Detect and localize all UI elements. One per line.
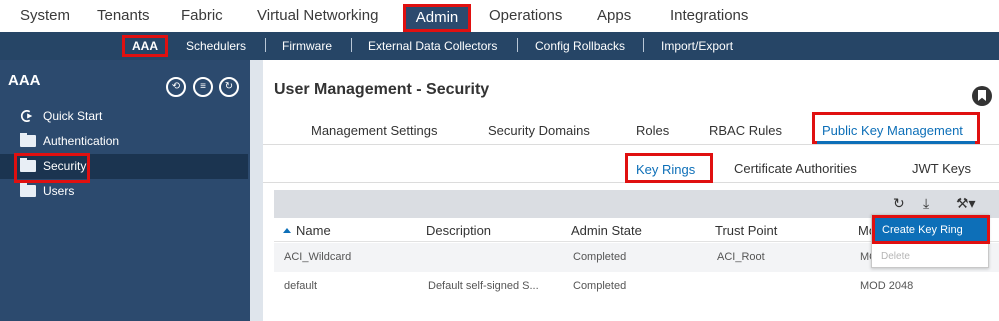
tab-system[interactable]: System: [20, 7, 70, 24]
create-key-ring-menu-item[interactable]: Create Key Ring: [872, 215, 990, 244]
cell-name: default: [284, 280, 318, 292]
column-name[interactable]: Name: [296, 223, 331, 238]
sidebar-item-label: Authentication: [43, 134, 120, 148]
active-tab-underline: [817, 141, 975, 144]
tab-management-settings[interactable]: Management Settings: [311, 123, 437, 138]
column-admin-state[interactable]: Admin State: [571, 223, 642, 238]
download-icon[interactable]: ⤓: [923, 195, 929, 212]
table-row[interactable]: default Default self-signed S... Complet…: [274, 272, 999, 301]
sidebar: AAA ⟲ ≡ ↻ Quick Start Authentication Sec…: [0, 60, 250, 321]
sub-nav: AAA Schedulers Firmware External Data Co…: [0, 32, 999, 60]
subnav-schedulers[interactable]: Schedulers: [186, 39, 246, 53]
tab-integrations[interactable]: Integrations: [670, 7, 748, 24]
cell-admin-state: Completed: [573, 280, 627, 292]
pane-divider[interactable]: [250, 60, 263, 321]
sub-tabs: Key Rings Certificate Authorities JWT Ke…: [263, 153, 999, 183]
folder-icon: [20, 183, 36, 197]
cell-trust-point: ACI_Root: [717, 251, 765, 263]
subnav-separator: [265, 38, 266, 52]
main-tabs: Management Settings Security Domains Rol…: [263, 112, 999, 145]
actions-menu: Create Key Ring Delete: [871, 214, 990, 268]
tab-jwt-keys[interactable]: JWT Keys: [912, 161, 971, 176]
sidebar-item-quick-start[interactable]: Quick Start: [0, 104, 248, 129]
refresh-icon[interactable]: ↻: [893, 195, 905, 212]
sidebar-title: AAA: [8, 72, 41, 89]
refresh-icon[interactable]: ↻: [219, 77, 239, 97]
delete-menu-item[interactable]: Delete: [881, 251, 910, 262]
tab-rbac-rules[interactable]: RBAC Rules: [709, 123, 782, 138]
tab-apps[interactable]: Apps: [597, 7, 631, 24]
subnav-aaa[interactable]: AAA: [122, 35, 168, 57]
folder-icon: [20, 133, 36, 147]
cell-name: ACI_Wildcard: [284, 251, 352, 263]
quick-start-icon[interactable]: ⟲: [166, 77, 186, 97]
tools-icon[interactable]: ⚒▾: [956, 195, 976, 212]
subnav-config-rollbacks[interactable]: Config Rollbacks: [535, 39, 625, 53]
subnav-separator: [643, 38, 644, 52]
bookmark-icon[interactable]: [972, 86, 992, 106]
tab-operations[interactable]: Operations: [489, 7, 562, 24]
tab-admin[interactable]: Admin: [403, 4, 471, 32]
main-panel: User Management - Security Management Se…: [263, 60, 999, 321]
subnav-external-data-collectors[interactable]: External Data Collectors: [368, 39, 497, 53]
sidebar-item-label: Users: [43, 184, 75, 198]
sidebar-item-label: Quick Start: [43, 109, 103, 123]
tab-label: Public Key Management: [822, 123, 963, 138]
tab-key-rings[interactable]: Key Rings: [625, 153, 713, 183]
tab-tenants[interactable]: Tenants: [97, 7, 150, 24]
cell-admin-state: Completed: [573, 251, 627, 263]
page-title: User Management - Security: [274, 81, 490, 98]
tab-fabric[interactable]: Fabric: [181, 7, 223, 24]
top-nav: System Tenants Fabric Virtual Networking…: [0, 0, 999, 32]
subnav-import-export[interactable]: Import/Export: [661, 39, 733, 53]
column-trust-point[interactable]: Trust Point: [715, 223, 777, 238]
subnav-separator: [351, 38, 352, 52]
subnav-firmware[interactable]: Firmware: [282, 39, 332, 53]
quick-start-icon: [20, 110, 33, 122]
tab-roles[interactable]: Roles: [636, 123, 669, 138]
cell-modulus: MOD 2048: [860, 280, 914, 292]
subnav-separator: [517, 38, 518, 52]
tab-security-domains[interactable]: Security Domains: [488, 123, 590, 138]
cell-description: Default self-signed S...: [428, 280, 539, 292]
sidebar-item-authentication[interactable]: Authentication: [0, 129, 248, 154]
column-description[interactable]: Description: [426, 223, 491, 238]
list-icon[interactable]: ≡: [193, 77, 213, 97]
tab-virtual-networking[interactable]: Virtual Networking: [257, 7, 378, 24]
sort-ascending-icon[interactable]: [283, 228, 291, 233]
tab-label: Key Rings: [636, 162, 696, 177]
security-highlight-box: [14, 153, 90, 183]
tab-certificate-authorities[interactable]: Certificate Authorities: [734, 161, 857, 176]
tab-public-key-management[interactable]: Public Key Management: [812, 112, 980, 144]
